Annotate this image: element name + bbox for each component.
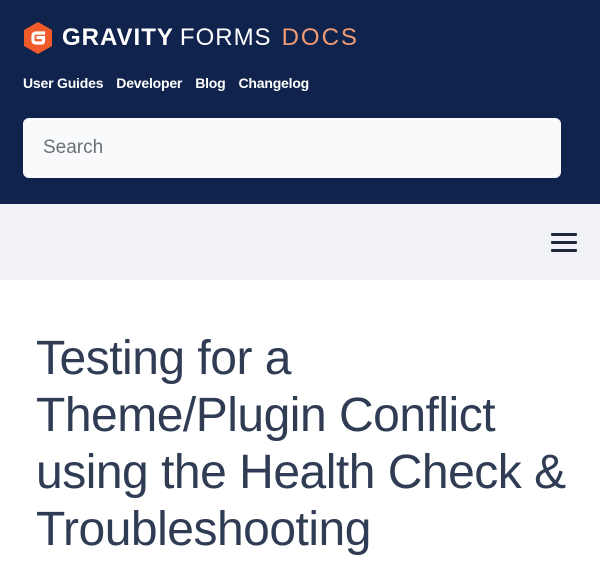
brand-forms-text: FORMS — [179, 24, 272, 51]
site-header: GRAVITY FORMS DOCS User Guides Developer B… — [0, 0, 600, 204]
top-navigation: User Guides Developer Blog Changelog — [23, 74, 309, 92]
gravity-forms-logo-icon — [24, 22, 52, 54]
nav-link-changelog[interactable]: Changelog — [239, 74, 310, 92]
brand-docs-text: DOCS — [281, 24, 359, 51]
nav-link-developer[interactable]: Developer — [116, 74, 182, 92]
nav-link-user-guides[interactable]: User Guides — [23, 74, 103, 92]
search-input[interactable] — [23, 118, 561, 178]
brand-gravity-text: GRAVITY — [62, 24, 174, 51]
nav-link-blog[interactable]: Blog — [195, 74, 226, 92]
brand-wordmark: GRAVITY FORMS DOCS — [62, 22, 359, 54]
site-logo-link[interactable]: GRAVITY FORMS DOCS — [24, 22, 359, 54]
menu-button[interactable] — [550, 230, 578, 254]
secondary-toolbar — [0, 204, 600, 280]
page-title: Testing for a Theme/Plugin Conflict usin… — [36, 332, 566, 556]
